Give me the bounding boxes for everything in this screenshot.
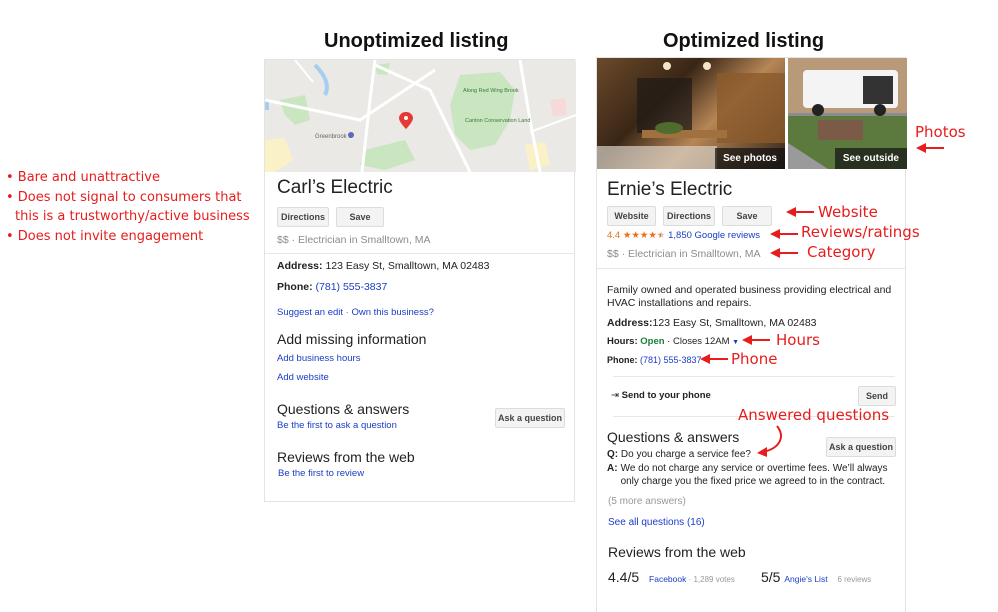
first-review-link[interactable]: Be the first to review — [278, 468, 364, 479]
description: Family owned and operated business provi… — [607, 284, 892, 310]
critique-bullets: • Bare and unattractive • Does not signa… — [6, 168, 250, 246]
send-to-phone-row[interactable]: ⇥ Send to your phone — [611, 390, 711, 401]
bottom-fade — [597, 582, 905, 612]
phone-link[interactable]: (781) 555-3837 — [640, 355, 702, 365]
dropdown-caret-icon[interactable]: ▼ — [732, 339, 739, 346]
star-rating-icon: ★★★★★ — [623, 230, 666, 241]
address-value: 123 Easy St, Smalltown, MA 02483 — [653, 317, 817, 329]
arrow-left-icon — [770, 228, 800, 240]
rating-line: 4.4 ★★★★★ 1,850 Google reviews — [607, 230, 760, 241]
business-name: Carl’s Electric — [277, 177, 393, 199]
hours-line[interactable]: Hours: Open · Closes 12AM ▼ — [607, 336, 739, 347]
address-label: Address: — [607, 317, 653, 329]
address-line: Address:123 Easy St, Smalltown, MA 02483 — [607, 317, 817, 329]
divider — [597, 268, 905, 269]
map[interactable]: Greenbrook II Along Red Wing Brook Canto… — [265, 60, 576, 172]
annotation-website: Website — [818, 203, 878, 221]
unoptimized-listing-card: Greenbrook II Along Red Wing Brook Canto… — [264, 59, 575, 502]
question-line: Q: Do you charge a service fee? — [607, 449, 751, 460]
send-to-phone-label: Send to your phone — [622, 390, 711, 401]
phone-label: Phone: — [277, 281, 313, 293]
own-business-link[interactable]: Own this business? — [351, 307, 433, 318]
place-pin-icon — [348, 132, 354, 138]
arrow-left-icon — [770, 247, 800, 259]
hours-label: Hours: — [607, 336, 638, 347]
q-label: Q: — [607, 449, 618, 460]
optimized-heading: Optimized listing — [663, 30, 824, 53]
send-to-phone-icon: ⇥ — [611, 390, 619, 401]
arrow-left-icon — [742, 334, 772, 346]
phone-line: Phone: (781) 555-3837 — [607, 355, 702, 365]
interior-photo[interactable]: See photos — [597, 58, 785, 169]
divider — [265, 253, 574, 254]
full-stars: ★★★★ — [623, 230, 657, 241]
see-photos-button[interactable]: See photos — [715, 148, 785, 169]
qa-title: Questions & answers — [277, 401, 409, 417]
reviews-title: Reviews from the web — [277, 449, 415, 465]
ask-question-button[interactable]: Ask a question — [495, 408, 565, 428]
annotation-reviews: Reviews/ratings — [801, 223, 920, 241]
exterior-photo[interactable]: See outside — [788, 58, 907, 169]
address-value: 123 Easy St, Smalltown, MA 02483 — [325, 260, 489, 272]
category-line: $$ · Electrician in Smalltown, MA — [607, 248, 760, 260]
a-label: A: — [607, 463, 618, 488]
map-label-greenbrook: Greenbrook II — [315, 134, 352, 140]
open-status: Open — [640, 336, 664, 347]
annotation-phone: Phone — [731, 350, 777, 368]
edit-links: Suggest an edit · Own this business? — [277, 307, 434, 318]
bullet-1: • Bare and unattractive — [6, 168, 250, 188]
save-button[interactable]: Save — [336, 207, 384, 227]
rating-value: 4.4 — [607, 230, 620, 241]
google-reviews-link[interactable]: 1,850 Google reviews — [668, 230, 760, 241]
map-label-canton: Canton Conservation Land — [465, 118, 530, 124]
ask-question-button[interactable]: Ask a question — [826, 437, 896, 457]
curved-arrow-icon — [755, 424, 789, 458]
arrow-left-icon — [916, 142, 946, 154]
bullet-3: • Does not invite engagement — [6, 227, 250, 247]
see-all-questions-link[interactable]: See all questions (16) — [608, 517, 705, 528]
website-button[interactable]: Website — [607, 206, 656, 226]
save-button[interactable]: Save — [722, 206, 772, 226]
answer-line: A: We do not charge any service or overt… — [607, 463, 902, 488]
address-line: Address: 123 Easy St, Smalltown, MA 0248… — [277, 260, 489, 272]
annotation-hours: Hours — [776, 331, 820, 349]
phone-line: Phone: (781) 555-3837 — [277, 281, 387, 293]
annotation-category: Category — [807, 243, 876, 261]
phone-link[interactable]: (781) 555-3837 — [316, 281, 388, 293]
add-website-link[interactable]: Add website — [277, 372, 329, 383]
reviews-title: Reviews from the web — [608, 544, 746, 560]
unoptimized-heading: Unoptimized listing — [324, 30, 508, 53]
answer-text: We do not charge any service or overtime… — [621, 463, 902, 488]
qa-title: Questions & answers — [607, 429, 739, 445]
business-name: Ernie’s Electric — [607, 179, 732, 201]
address-label: Address: — [277, 260, 323, 272]
see-outside-button[interactable]: See outside — [835, 148, 907, 169]
annotation-answered-questions: Answered questions — [738, 406, 889, 424]
map-label-redwing: Along Red Wing Brook — [463, 88, 519, 94]
annotation-photos: Photos — [915, 123, 966, 141]
bullet-2-cont: this is a trustworthy/active business — [6, 207, 250, 227]
arrow-left-icon — [700, 353, 730, 365]
add-hours-link[interactable]: Add business hours — [277, 353, 360, 364]
directions-button[interactable]: Directions — [663, 206, 715, 226]
divider — [613, 376, 895, 377]
send-button[interactable]: Send — [858, 386, 896, 406]
bullet-2: • Does not signal to consumers that — [6, 188, 250, 208]
half-star-icon: ★ — [657, 230, 666, 241]
missing-info-title: Add missing information — [277, 331, 426, 347]
suggest-edit-link[interactable]: Suggest an edit — [277, 307, 343, 318]
hours-detail: · Closes 12AM — [665, 336, 730, 347]
more-answers[interactable]: (5 more answers) — [608, 496, 686, 507]
first-question-link[interactable]: Be the first to ask a question — [277, 420, 397, 431]
phone-label: Phone: — [607, 355, 638, 365]
map-graphic: Greenbrook II Along Red Wing Brook Canto… — [265, 60, 576, 172]
directions-button[interactable]: Directions — [277, 207, 329, 227]
category-line: $$ · Electrician in Smalltown, MA — [277, 234, 430, 246]
question-text: Do you charge a service fee? — [621, 449, 751, 460]
arrow-left-icon — [786, 206, 816, 218]
